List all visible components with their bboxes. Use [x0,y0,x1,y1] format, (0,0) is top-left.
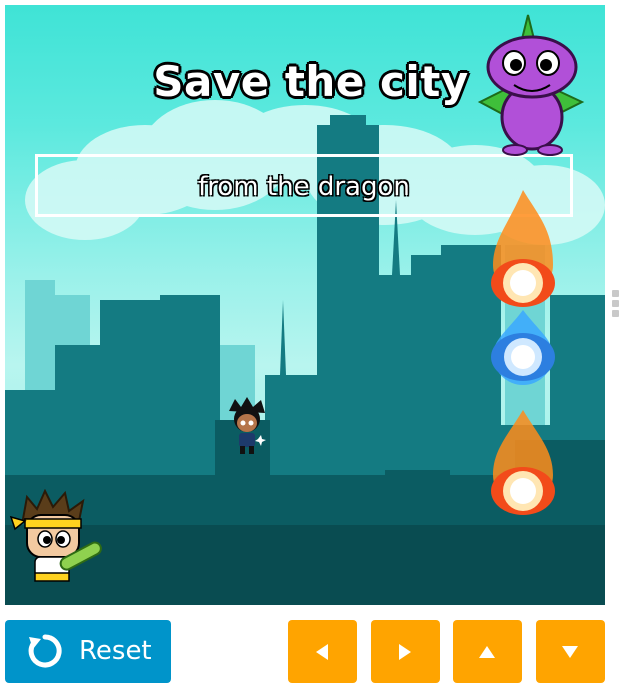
arrow-up-icon [479,646,495,658]
game-stage: Save the city from the dragon [5,5,605,605]
right-arrow-button[interactable] [371,620,440,683]
up-arrow-button[interactable] [453,620,522,683]
left-arrow-button[interactable] [288,620,357,683]
controls-bar: Reset [0,620,627,684]
fireball-column [491,190,555,515]
fireball-orange-1 [491,190,555,307]
resize-handle[interactable] [612,290,620,320]
villager-kid-sprite [229,397,266,454]
dragon-sprite [477,14,585,156]
fireball-blue [491,310,555,385]
fireball-orange-2 [491,410,555,515]
reset-icon [28,634,62,668]
arrow-right-icon [399,644,411,660]
hero-player-sprite [9,489,102,582]
reset-button[interactable]: Reset [5,620,171,683]
arrow-left-icon [316,644,328,660]
reset-label: Reset [79,636,152,666]
arrow-down-icon [562,646,578,658]
down-arrow-button[interactable] [536,620,605,683]
